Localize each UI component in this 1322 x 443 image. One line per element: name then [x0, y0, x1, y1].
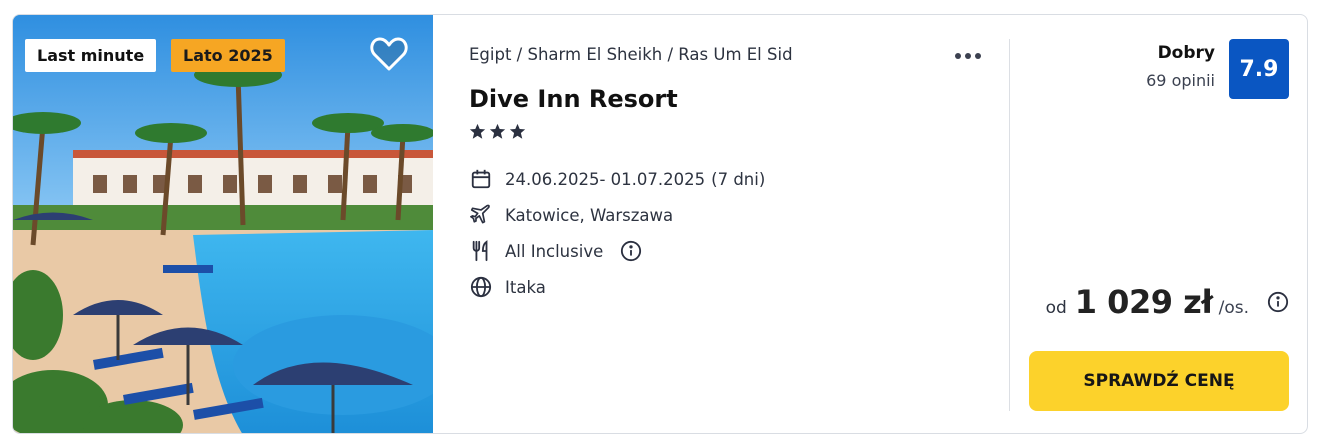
price-value: 1 029 zł — [1074, 283, 1213, 321]
hotel-photo[interactable]: Last minute Lato 2025 — [13, 15, 433, 433]
price-unit: /os. — [1218, 298, 1249, 318]
heart-icon[interactable] — [369, 36, 409, 72]
departure-airports: Katowice, Warszawa — [469, 203, 673, 227]
location-breadcrumb[interactable]: Egipt / Sharm El Sheikh / Ras Um El Sid — [469, 45, 793, 64]
tour-operator: Itaka — [469, 275, 546, 299]
departure-text: Katowice, Warszawa — [505, 205, 674, 225]
board-type: All Inclusive — [469, 239, 643, 263]
rating-label: Dobry — [1157, 43, 1215, 63]
favorite-button[interactable] — [369, 36, 409, 72]
trip-dates: 24.06.2025- 01.07.2025 (7 dni) — [469, 167, 765, 191]
operator-text: Itaka — [505, 277, 546, 297]
price-from-label: od — [1045, 298, 1067, 318]
rating-score-badge: 7.9 — [1229, 39, 1289, 99]
price-info-icon[interactable] — [1267, 291, 1289, 313]
hotel-name[interactable]: Dive Inn Resort — [469, 85, 678, 113]
reviews-count[interactable]: 69 opinii — [1146, 71, 1215, 90]
offer-card[interactable]: Last minute Lato 2025 Egipt / Sharm El S… — [12, 14, 1308, 434]
calendar-icon — [469, 167, 493, 191]
season-badge: Lato 2025 — [171, 39, 285, 72]
hotel-stars — [469, 123, 526, 140]
more-dot — [975, 53, 981, 59]
offer-info: Egipt / Sharm El Sheikh / Ras Um El Sid … — [469, 15, 1009, 433]
star-icon — [509, 123, 526, 139]
column-divider — [1009, 39, 1010, 411]
star-icon — [469, 123, 486, 139]
board-text: All Inclusive — [505, 241, 604, 261]
globe-icon — [469, 275, 493, 299]
check-price-button[interactable]: SPRAWDŹ CENĘ — [1029, 351, 1289, 411]
cutlery-icon — [469, 239, 493, 263]
info-icon[interactable] — [619, 239, 643, 263]
more-icon[interactable] — [955, 53, 961, 59]
nights-text: (7 dni) — [711, 169, 766, 189]
star-icon — [489, 123, 506, 139]
resort-image — [13, 15, 433, 433]
last-minute-badge: Last minute — [25, 39, 157, 72]
price: od 1 029 zł /os. — [1046, 283, 1289, 321]
dates-text: 24.06.2025- 01.07.2025 — [505, 169, 706, 189]
plane-icon — [469, 203, 493, 227]
more-dot — [965, 53, 971, 59]
more-options-button[interactable] — [951, 45, 985, 67]
